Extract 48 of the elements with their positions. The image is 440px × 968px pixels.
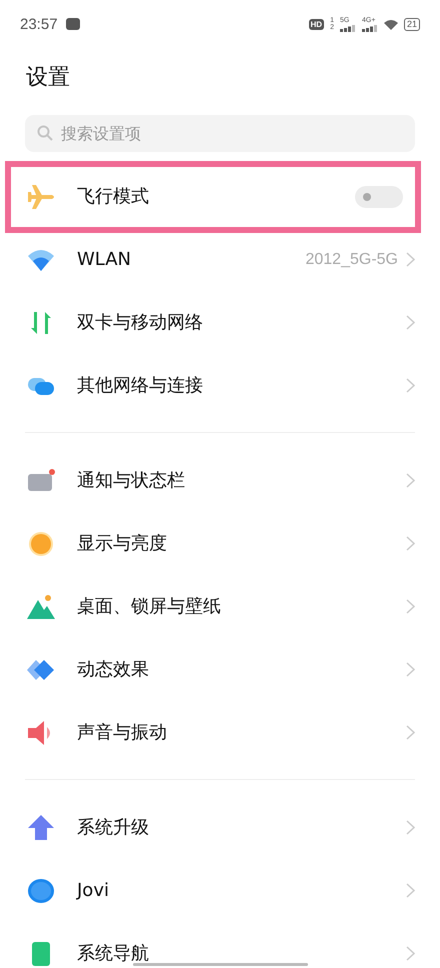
- row-label: 双卡与移动网络: [77, 312, 203, 332]
- chevron-icon: [406, 883, 415, 898]
- row-label: 飞行模式: [77, 186, 149, 206]
- row-label: 系统升级: [77, 818, 149, 838]
- chevron-icon: [406, 599, 415, 614]
- settings-row[interactable]: 飞行模式: [0, 165, 440, 228]
- settings-row[interactable]: 桌面、锁屏与壁纸: [0, 575, 440, 638]
- wifi-icon: [384, 18, 398, 30]
- settings-row[interactable]: WLAN 2012_5G-5G: [0, 228, 440, 291]
- row-value: 2012_5G-5G: [305, 250, 398, 268]
- chevron-icon: [406, 946, 415, 961]
- row-label: 系统导航: [77, 944, 149, 964]
- battery-level: 21: [404, 18, 420, 30]
- row-label: 其他网络与连接: [77, 376, 203, 396]
- chevron-icon: [406, 473, 415, 488]
- chevron-icon: [406, 315, 415, 330]
- chevron-icon: [406, 378, 415, 393]
- signal-icon: [340, 24, 356, 32]
- up-arrow-icon: [26, 812, 56, 842]
- chevron-icon: [406, 536, 415, 551]
- chevron-icon: [406, 662, 415, 677]
- settings-row[interactable]: 动态效果: [0, 638, 440, 701]
- toggle-switch[interactable]: [355, 186, 403, 208]
- row-label: 通知与状态栏: [77, 470, 185, 490]
- settings-row[interactable]: 声音与振动: [0, 701, 440, 764]
- chevron-icon: [406, 820, 415, 835]
- row-label: 桌面、锁屏与壁纸: [77, 596, 221, 616]
- message-icon: [66, 18, 80, 30]
- row-label: Jovi: [77, 880, 109, 900]
- row-label: 显示与亮度: [77, 534, 167, 554]
- chevron-icon: [406, 725, 415, 740]
- status-time: 23:57: [20, 16, 58, 32]
- settings-row[interactable]: 显示与亮度: [0, 512, 440, 575]
- search-icon: [37, 125, 53, 141]
- settings-row[interactable]: Jovi: [0, 859, 440, 922]
- hd-badge: HD: [308, 18, 324, 30]
- settings-row[interactable]: 通知与状态栏: [0, 449, 440, 512]
- settings-row[interactable]: 其他网络与连接: [0, 354, 440, 417]
- signal-icon: [362, 24, 378, 32]
- search-field[interactable]: 搜索设置项: [25, 115, 415, 152]
- page-title: 设置: [25, 64, 71, 92]
- settings-row[interactable]: 双卡与移动网络: [0, 291, 440, 354]
- chevron-icon: [406, 252, 415, 267]
- row-label: 声音与振动: [77, 722, 167, 742]
- row-label: 动态效果: [77, 660, 149, 680]
- row-label: WLAN: [77, 250, 132, 270]
- settings-row[interactable]: 系统导航: [0, 922, 440, 968]
- settings-row[interactable]: 系统升级: [0, 796, 440, 859]
